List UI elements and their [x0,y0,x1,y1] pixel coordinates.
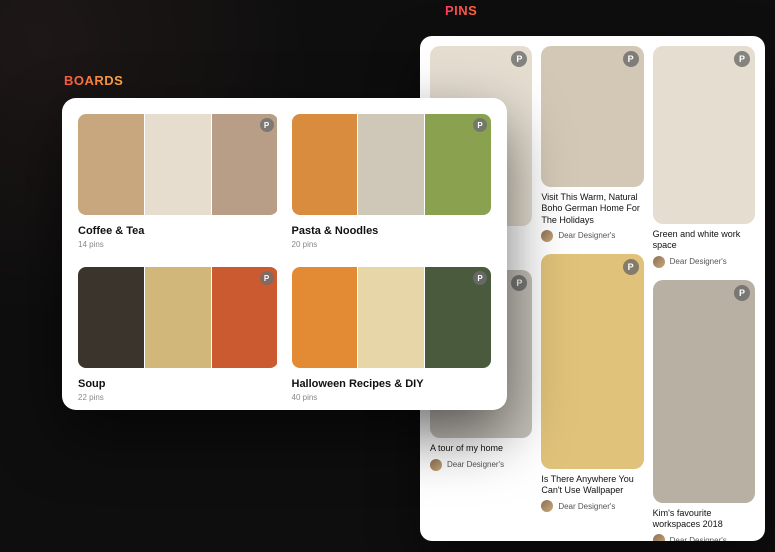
pin-user[interactable]: Dear Designer's [541,230,643,242]
board-pin-count: 22 pins [78,393,278,402]
pin-title: Green and white work space [653,229,755,252]
pinterest-save-icon[interactable]: P [511,51,527,67]
pins-col-2: P Green and white work space Dear Design… [653,46,755,541]
pin-user-name: Dear Designer's [558,231,615,240]
pin-user[interactable]: Dear Designer's [430,459,532,471]
pin-title: A tour of my home [430,443,532,454]
board-thumbnail[interactable]: P [78,114,278,215]
pin[interactable]: P Kim's favourite workspaces 2018 Dear D… [653,280,755,542]
boards-card: P Coffee & Tea 14 pins P Pasta & Noodles… [62,98,507,410]
pinterest-save-icon[interactable]: P [260,271,274,285]
pin[interactable]: P Green and white work space Dear Design… [653,46,755,268]
avatar [653,534,665,541]
pinterest-save-icon[interactable]: P [511,275,527,291]
board-title: Halloween Recipes & DIY [292,378,492,390]
pin-thumbnail[interactable]: P [541,46,643,187]
board-thumbnail[interactable]: P [78,267,278,368]
pin-user-name: Dear Designer's [670,536,727,542]
pinterest-save-icon[interactable]: P [734,285,750,301]
pin-user[interactable]: Dear Designer's [653,256,755,268]
avatar [541,230,553,242]
board-title: Soup [78,378,278,390]
pinterest-save-icon[interactable]: P [473,271,487,285]
board-pin-count: 14 pins [78,240,278,249]
board-pin-count: 20 pins [292,240,492,249]
pinterest-save-icon[interactable]: P [473,118,487,132]
pin-thumbnail[interactable]: P [653,280,755,503]
board[interactable]: P Soup 22 pins [78,267,278,402]
pin[interactable]: P Visit This Warm, Natural Boho German H… [541,46,643,242]
pin-title: Is There Anywhere You Can't Use Wallpape… [541,474,643,497]
pin-user-name: Dear Designer's [670,257,727,266]
pin-user[interactable]: Dear Designer's [541,500,643,512]
pinterest-save-icon[interactable]: P [623,259,639,275]
pin-thumbnail[interactable]: P [653,46,755,224]
avatar [653,256,665,268]
avatar [541,500,553,512]
pinterest-save-icon[interactable]: P [260,118,274,132]
pin[interactable]: P Is There Anywhere You Can't Use Wallpa… [541,254,643,513]
pin-user[interactable]: Dear Designer's [653,534,755,541]
board-thumbnail[interactable]: P [292,267,492,368]
pins-col-1: P Visit This Warm, Natural Boho German H… [541,46,643,541]
boards-grid: P Coffee & Tea 14 pins P Pasta & Noodles… [78,114,491,402]
pin-user-name: Dear Designer's [558,502,615,511]
board-title: Pasta & Noodles [292,225,492,237]
avatar [430,459,442,471]
board[interactable]: P Coffee & Tea 14 pins [78,114,278,249]
boards-heading: BOARDS [64,73,123,88]
pinterest-save-icon[interactable]: P [623,51,639,67]
board[interactable]: P Halloween Recipes & DIY 40 pins [292,267,492,402]
pin-title: Kim's favourite workspaces 2018 [653,508,755,531]
board-pin-count: 40 pins [292,393,492,402]
pins-heading: PINS [445,3,477,18]
pinterest-save-icon[interactable]: P [734,51,750,67]
pin-thumbnail[interactable]: P [541,254,643,469]
board-title: Coffee & Tea [78,225,278,237]
board-thumbnail[interactable]: P [292,114,492,215]
board[interactable]: P Pasta & Noodles 20 pins [292,114,492,249]
pin-user-name: Dear Designer's [447,460,504,469]
pin-title: Visit This Warm, Natural Boho German Hom… [541,192,643,226]
